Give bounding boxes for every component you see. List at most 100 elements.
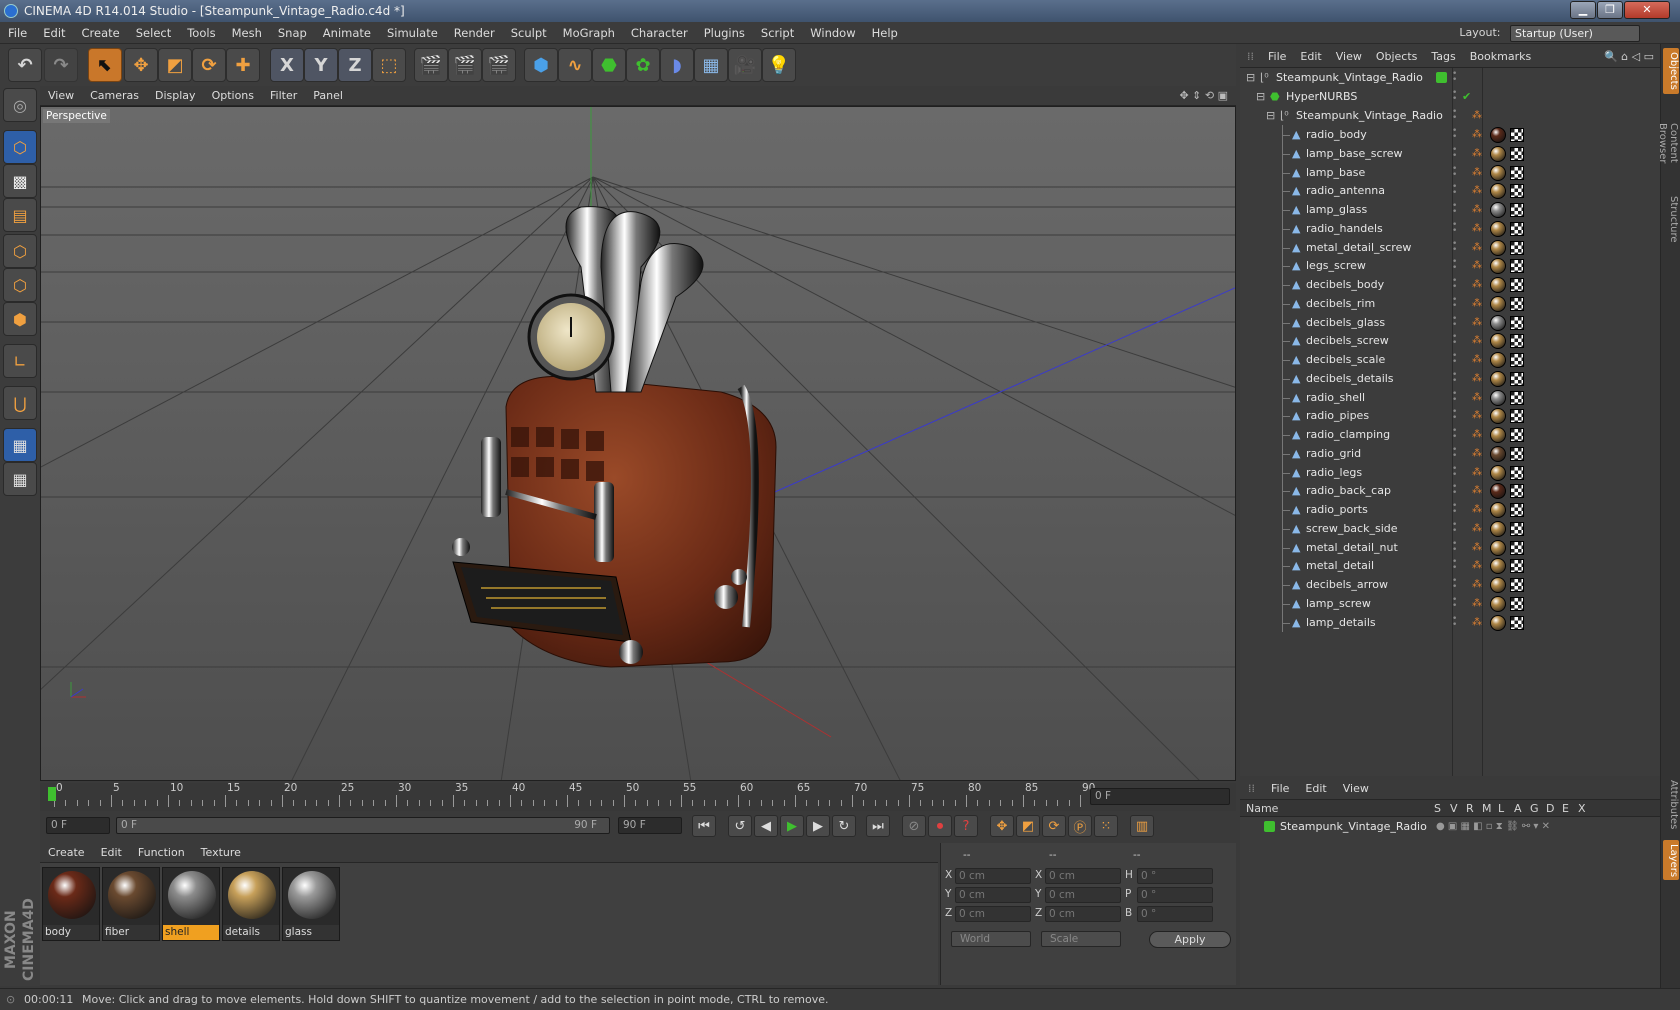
size-field[interactable]: 0 cm	[1045, 868, 1121, 884]
object-row[interactable]: ▲ radio_shell • • ⁂	[1240, 387, 1660, 408]
object-row[interactable]: ▲ decibels_screw • • ⁂	[1240, 331, 1660, 351]
menu-help[interactable]: Help	[864, 22, 906, 44]
menu-file[interactable]: File	[0, 22, 35, 44]
phong-tag-icon[interactable]: ⁂	[1472, 181, 1482, 201]
add-array-button[interactable]: ✿	[626, 48, 660, 82]
play-button[interactable]: ▶	[780, 815, 804, 837]
menu-character[interactable]: Character	[623, 22, 696, 44]
phong-tag-icon[interactable]: ⁂	[1472, 331, 1482, 351]
phong-tag-icon[interactable]: ⁂	[1472, 538, 1482, 558]
object-row[interactable]: ▲ decibels_body • • ⁂	[1240, 275, 1660, 295]
undo-button[interactable]: ↶	[8, 48, 42, 82]
phong-tag-icon[interactable]: ⁂	[1472, 256, 1482, 276]
material-tag-icon[interactable]	[1490, 427, 1506, 443]
record-keys-button[interactable]: ⊘	[902, 815, 926, 837]
phong-tag-icon[interactable]: ⁂	[1472, 238, 1482, 258]
uvw-tag-icon[interactable]	[1510, 484, 1524, 499]
grid-refresh-button[interactable]: ▦	[3, 462, 37, 496]
phong-tag-icon[interactable]: ⁂	[1472, 106, 1482, 126]
object-row[interactable]: ▲ screw_back_side • • ⁂	[1240, 518, 1660, 539]
material-tag-icon[interactable]	[1490, 520, 1506, 537]
next-frame-button[interactable]: ▶	[806, 815, 830, 837]
apply-button[interactable]: Apply	[1149, 931, 1231, 948]
uvw-tag-icon[interactable]	[1510, 296, 1524, 311]
viewport-menu-panel[interactable]: Panel	[305, 86, 351, 106]
add-camera-button[interactable]: 🎥	[728, 48, 762, 82]
object-row[interactable]: ▲ lamp_base • • ⁂	[1240, 162, 1660, 183]
rotation-field[interactable]: 0 °	[1137, 906, 1213, 922]
prev-key-button[interactable]: ↺	[728, 815, 752, 837]
object-row[interactable]: ▲ lamp_details • • ⁂	[1240, 612, 1660, 633]
phong-tag-icon[interactable]: ⁂	[1472, 500, 1482, 520]
uvw-tag-icon[interactable]	[1510, 315, 1524, 330]
phong-tag-icon[interactable]: ⁂	[1472, 556, 1482, 576]
viewport-menu-options[interactable]: Options	[204, 86, 262, 106]
object-row[interactable]: ▲ legs_screw • • ⁂	[1240, 256, 1660, 276]
add-cube-button[interactable]: ⬢	[524, 48, 558, 82]
uvw-tag-icon[interactable]	[1510, 278, 1524, 292]
z-axis-button[interactable]: Z	[338, 48, 372, 82]
perspective-viewport[interactable]: Perspective	[40, 106, 1236, 781]
object-row[interactable]: ▲ decibels_arrow • • ⁂	[1240, 575, 1660, 595]
uvw-tag-icon[interactable]	[1510, 615, 1524, 630]
scale-tool-button[interactable]: ◩	[158, 48, 192, 82]
material-tag-icon[interactable]	[1490, 389, 1506, 406]
object-row[interactable]: ▲ radio_antenna • • ⁂	[1240, 181, 1660, 201]
material-menu-create[interactable]: Create	[40, 843, 93, 863]
make-editable-button[interactable]: ◎	[3, 88, 37, 122]
current-frame-field[interactable]: 0 F	[1090, 788, 1230, 805]
rotation-field[interactable]: 0 °	[1137, 868, 1213, 884]
collapse-icon[interactable]: ⊟	[1266, 106, 1275, 126]
object-row[interactable]: ▲ radio_pipes • • ⁂	[1240, 406, 1660, 426]
phong-tag-icon[interactable]: ⁂	[1472, 425, 1482, 445]
uvw-tag-icon[interactable]	[1510, 221, 1524, 236]
objects-menu-tags[interactable]: Tags	[1424, 46, 1462, 68]
close-button[interactable]: ✕	[1624, 1, 1670, 19]
next-key-button[interactable]: ↻	[832, 815, 856, 837]
object-row[interactable]: ▲ radio_legs • • ⁂	[1240, 462, 1660, 483]
material-tag-icon[interactable]	[1490, 464, 1506, 481]
material-swatch-shell[interactable]: shell	[162, 867, 220, 941]
tab-objects[interactable]: Objects	[1663, 48, 1679, 94]
viewport-menu-display[interactable]: Display	[147, 86, 204, 106]
phong-tag-icon[interactable]: ⁂	[1472, 481, 1482, 501]
phong-tag-icon[interactable]: ⁂	[1472, 125, 1482, 145]
goto-end-button[interactable]: ⏭	[866, 815, 890, 837]
add-spline-button[interactable]: ∿	[558, 48, 592, 82]
goto-start-button[interactable]: ⏮	[692, 815, 716, 837]
phong-tag-icon[interactable]: ⁂	[1472, 144, 1482, 164]
object-row[interactable]: ▲ decibels_details • • ⁂	[1240, 368, 1660, 389]
material-tag-icon[interactable]	[1490, 295, 1506, 312]
render-settings-button[interactable]: 🎬	[482, 48, 516, 82]
add-light-button[interactable]: 💡	[762, 48, 796, 82]
rotate-tool-button[interactable]: ⟳	[192, 48, 226, 82]
uvw-tag-icon[interactable]	[1510, 521, 1524, 536]
object-row-group[interactable]: ⊟ ⌊⁰ Steampunk_Vintage_Radio • • ⁂	[1240, 106, 1660, 126]
size-field[interactable]: 0 cm	[1045, 906, 1121, 922]
key-rotation-button[interactable]: ⟳	[1042, 815, 1066, 837]
enabled-check-icon[interactable]: ✔	[1462, 87, 1471, 107]
collapse-icon[interactable]: ⊟	[1256, 87, 1265, 107]
uvw-tag-icon[interactable]	[1510, 596, 1524, 611]
object-row[interactable]: ▲ decibels_glass • • ⁂	[1240, 312, 1660, 333]
phong-tag-icon[interactable]: ⁂	[1472, 275, 1482, 295]
menu-window[interactable]: Window	[802, 22, 863, 44]
viewport-menu-cameras[interactable]: Cameras	[82, 86, 147, 106]
object-row[interactable]: ▲ radio_grid • • ⁂	[1240, 443, 1660, 464]
model-mode-button[interactable]: ⬡	[3, 130, 37, 164]
minimize-button[interactable]: ▁	[1570, 1, 1596, 19]
viewport-menu-filter[interactable]: Filter	[262, 86, 305, 106]
snap-button[interactable]: ⋃	[3, 386, 37, 420]
phong-tag-icon[interactable]: ⁂	[1472, 200, 1482, 220]
object-row[interactable]: ▲ radio_handels • • ⁂	[1240, 218, 1660, 239]
menu-animate[interactable]: Animate	[315, 22, 379, 44]
material-tag-icon[interactable]	[1490, 333, 1506, 350]
workplane-mode-button[interactable]: ▤	[3, 198, 37, 232]
uvw-tag-icon[interactable]	[1510, 353, 1524, 367]
key-parameter-button[interactable]: Ⓟ	[1068, 815, 1092, 837]
collapse-icon[interactable]: ⊟	[1246, 68, 1255, 88]
phong-tag-icon[interactable]: ⁂	[1472, 613, 1482, 633]
add-tool-button[interactable]: ✚	[226, 48, 260, 82]
tab-attributes[interactable]: Attributes	[1663, 774, 1679, 836]
x-axis-button[interactable]: X	[270, 48, 304, 82]
